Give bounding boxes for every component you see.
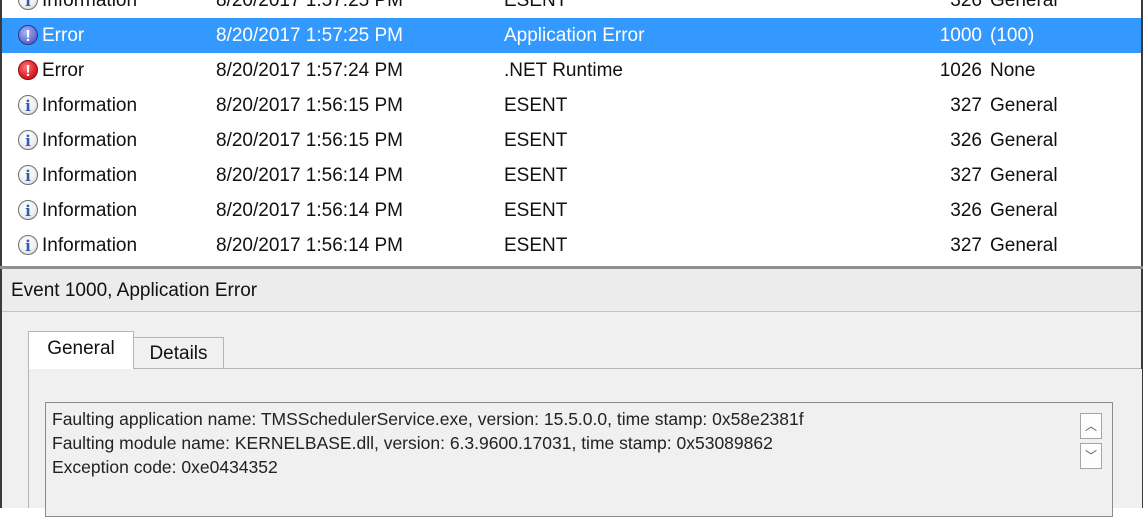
info-icon <box>18 124 38 159</box>
description-scrollbar[interactable]: ︿ ﹀ <box>1080 413 1102 469</box>
description-line: Exception code: 0xe0434352 <box>52 457 278 477</box>
description-line: Faulting module name: KERNELBASE.dll, ve… <box>52 433 773 453</box>
event-row[interactable]: Error 8/20/2017 1:57:25 PM Application Err… <box>2 18 1141 54</box>
description-line: Faulting application name: TMSSchedulerS… <box>52 409 804 429</box>
info-icon <box>18 0 38 19</box>
event-details-title: Event 1000, Application Error <box>2 269 1141 312</box>
event-level: Information <box>42 95 138 116</box>
event-source: ESENT <box>504 235 568 256</box>
event-date: 8/20/2017 1:57:25 PM <box>216 25 403 46</box>
info-icon <box>18 89 38 124</box>
event-level: Information <box>42 200 138 221</box>
tab-details[interactable]: Details <box>134 337 224 369</box>
event-date: 8/20/2017 1:57:25 PM <box>216 0 403 11</box>
event-row[interactable]: Information 8/20/2017 1:56:14 PM ESENT 327 G… <box>2 158 1141 194</box>
event-description-box[interactable]: Faulting application name: TMSSchedulerS… <box>45 402 1113 517</box>
event-task-category: None <box>990 60 1036 81</box>
event-source: ESENT <box>504 200 568 221</box>
event-source: ESENT <box>504 95 568 116</box>
event-id: 326 <box>950 200 982 221</box>
event-id: 327 <box>950 95 982 116</box>
event-source: Application Error <box>504 25 645 46</box>
info-icon <box>18 229 38 264</box>
event-task-category: General <box>990 200 1058 221</box>
event-task-category: General <box>990 235 1058 256</box>
event-date: 8/20/2017 1:57:24 PM <box>216 60 403 81</box>
event-row[interactable]: Information 8/20/2017 1:57:25 PM ESENT 326 G… <box>2 0 1141 19</box>
event-id: 1026 <box>939 60 982 81</box>
event-row[interactable]: Information 8/20/2017 1:56:14 PM ESENT 326 G… <box>2 193 1141 229</box>
event-list[interactable]: Information 8/20/2017 1:57:25 PM ESENT 326 G… <box>2 0 1141 266</box>
event-row[interactable]: Information 8/20/2017 1:56:15 PM ESENT 327 G… <box>2 88 1141 124</box>
tab-general[interactable]: General <box>28 331 134 369</box>
event-row[interactable]: Information 8/20/2017 1:56:15 PM ESENT 326 G… <box>2 123 1141 159</box>
event-level: Error <box>42 60 85 81</box>
event-task-category: (100) <box>990 25 1035 46</box>
event-id: 327 <box>950 235 982 256</box>
event-level: Information <box>42 235 138 256</box>
event-row[interactable]: Error 8/20/2017 1:57:24 PM .NET Runtime 102… <box>2 53 1141 89</box>
event-source: ESENT <box>504 165 568 186</box>
error-icon <box>18 54 38 89</box>
event-id: 1000 <box>939 25 982 46</box>
event-level: Error <box>42 25 85 46</box>
event-date: 8/20/2017 1:56:15 PM <box>216 130 403 151</box>
event-rows: Information 8/20/2017 1:57:25 PM ESENT 326 G… <box>2 0 1141 264</box>
event-id: 327 <box>950 165 982 186</box>
event-date: 8/20/2017 1:56:14 PM <box>216 235 403 256</box>
error-icon <box>18 19 38 54</box>
event-task-category: General <box>990 130 1058 151</box>
event-date: 8/20/2017 1:56:14 PM <box>216 165 403 186</box>
event-date: 8/20/2017 1:56:15 PM <box>216 95 403 116</box>
scroll-down-button[interactable]: ﹀ <box>1080 443 1102 469</box>
event-row[interactable]: Information 8/20/2017 1:56:14 PM ESENT 327 G… <box>2 228 1141 264</box>
info-icon <box>18 194 38 229</box>
event-task-category: General <box>990 165 1058 186</box>
event-source: ESENT <box>504 130 568 151</box>
event-id: 326 <box>950 0 982 11</box>
info-icon <box>18 159 38 194</box>
event-id: 326 <box>950 130 982 151</box>
details-tabstrip: General Details <box>2 313 1141 369</box>
event-level: Information <box>42 130 138 151</box>
event-task-category: General <box>990 95 1058 116</box>
event-source: ESENT <box>504 0 568 11</box>
event-source: .NET Runtime <box>504 60 623 81</box>
event-level: Information <box>42 165 138 186</box>
event-level: Information <box>42 0 138 11</box>
event-task-category: General <box>990 0 1058 11</box>
event-details-pane: Event 1000, Application Error General De… <box>2 269 1142 517</box>
event-description-text[interactable]: Faulting application name: TMSSchedulerS… <box>52 407 1072 479</box>
scroll-up-button[interactable]: ︿ <box>1080 413 1102 439</box>
general-tab-panel: Faulting application name: TMSSchedulerS… <box>28 369 1142 517</box>
event-date: 8/20/2017 1:56:14 PM <box>216 200 403 221</box>
